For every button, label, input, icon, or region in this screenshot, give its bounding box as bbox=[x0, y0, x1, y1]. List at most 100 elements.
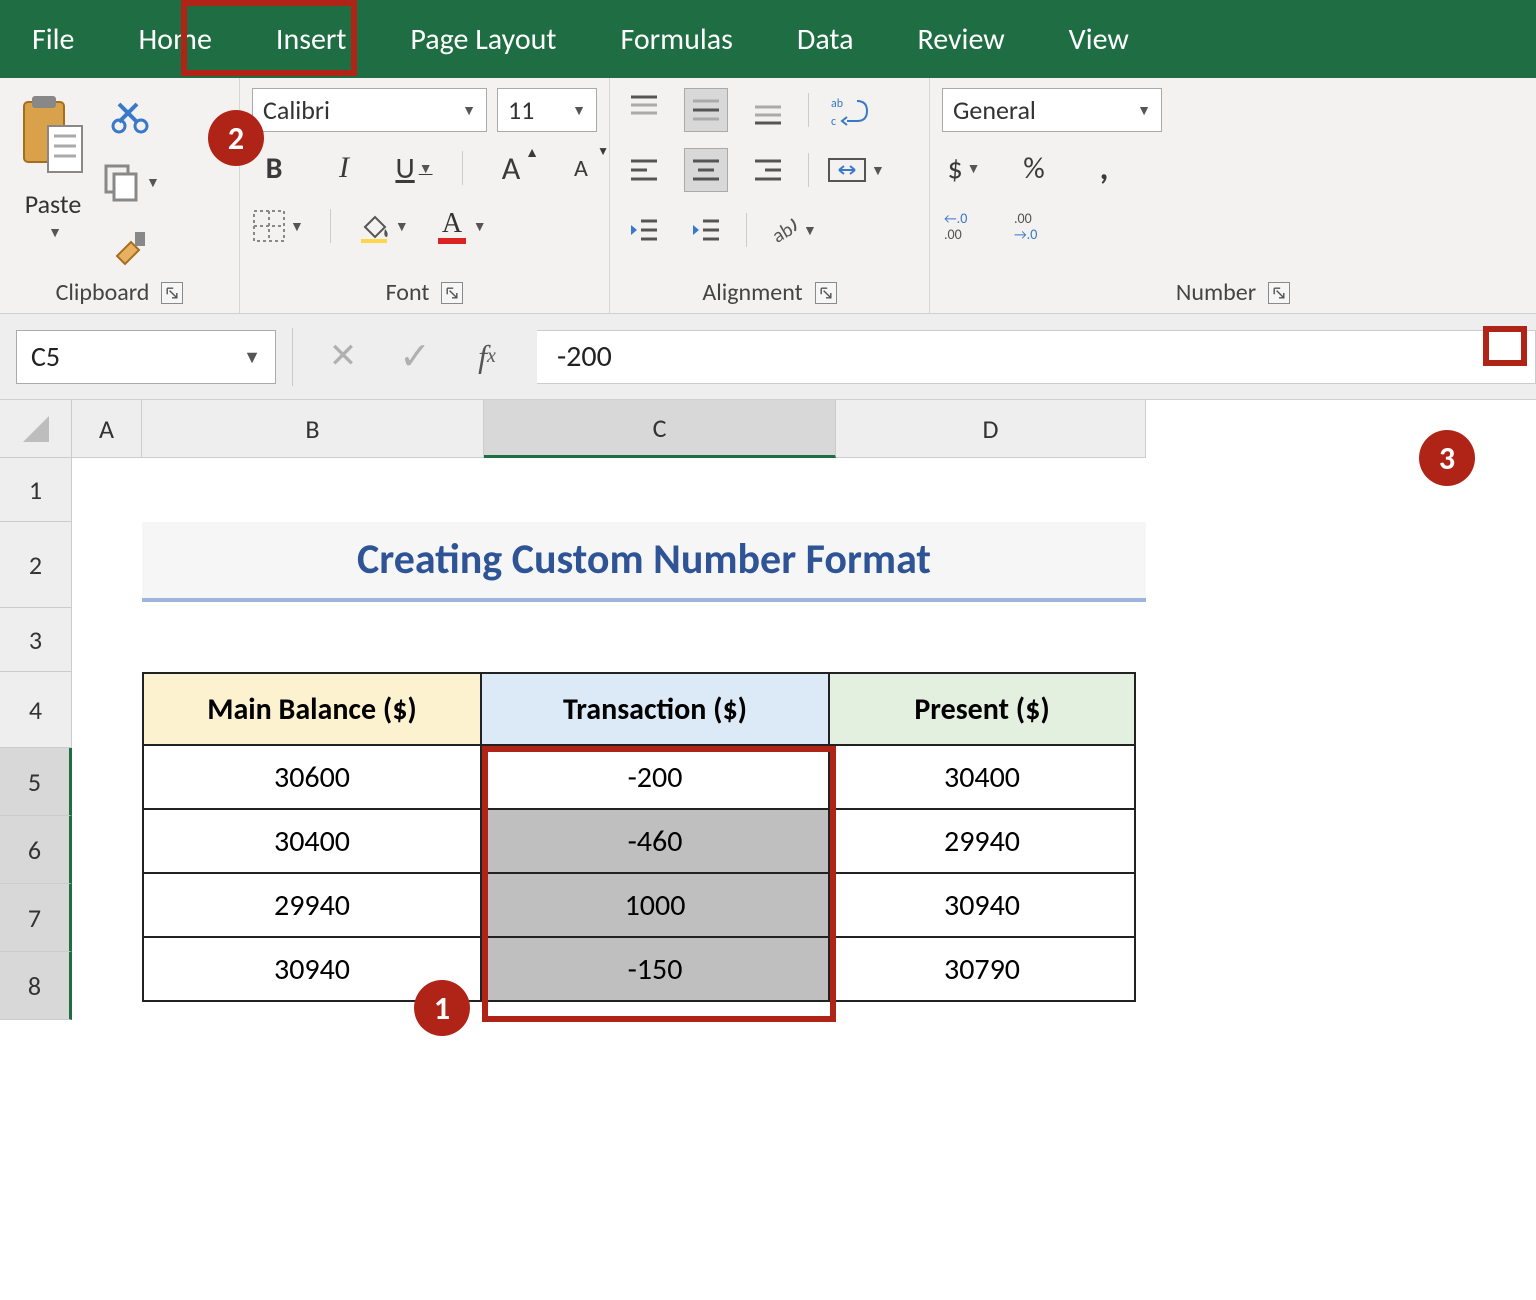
shrink-font-button[interactable]: A▼ bbox=[559, 146, 603, 190]
accounting-format-button[interactable]: $▼ bbox=[942, 146, 986, 190]
grow-font-label: A bbox=[502, 149, 521, 188]
group-label-number: Number bbox=[1176, 278, 1256, 307]
svg-text:→.0: →.0 bbox=[1014, 226, 1037, 243]
align-center-icon bbox=[689, 153, 723, 187]
select-all-corner[interactable] bbox=[0, 400, 72, 458]
decrease-decimal-button[interactable]: .00→.0 bbox=[1012, 204, 1056, 248]
tab-insert[interactable]: Insert bbox=[244, 0, 379, 78]
orientation-button[interactable]: ab▼ bbox=[765, 208, 817, 252]
row-header-3[interactable]: 3 bbox=[0, 608, 72, 672]
paste-button[interactable]: Paste ▼ bbox=[12, 88, 94, 245]
font-name-combo[interactable]: Calibri ▼ bbox=[252, 88, 487, 132]
increase-indent-button[interactable] bbox=[684, 208, 728, 252]
font-color-button[interactable]: A ▼ bbox=[435, 204, 487, 248]
svg-text:ab: ab bbox=[831, 97, 843, 111]
percent-format-button[interactable]: % bbox=[1012, 146, 1056, 190]
format-painter-button[interactable] bbox=[109, 226, 153, 270]
align-top-button[interactable] bbox=[622, 88, 666, 132]
tab-review[interactable]: Review bbox=[885, 0, 1036, 78]
font-size-combo[interactable]: 11 ▼ bbox=[497, 88, 597, 132]
align-middle-button[interactable] bbox=[684, 88, 728, 132]
row-header-6[interactable]: 6 bbox=[0, 816, 72, 884]
align-top-icon bbox=[627, 93, 661, 127]
borders-icon bbox=[252, 209, 286, 243]
cell-d5[interactable]: 30400 bbox=[829, 745, 1135, 809]
name-box-value: C5 bbox=[31, 339, 60, 374]
header-b[interactable]: Main Balance ($) bbox=[143, 673, 481, 745]
cell-b7[interactable]: 29940 bbox=[143, 873, 481, 937]
tab-page-layout[interactable]: Page Layout bbox=[378, 0, 588, 78]
number-dialog-launcher[interactable] bbox=[1268, 282, 1290, 304]
merge-center-button[interactable]: ▼ bbox=[827, 148, 885, 192]
underline-button[interactable]: U▼ bbox=[392, 146, 436, 190]
column-header-B[interactable]: B bbox=[142, 400, 484, 458]
row-header-7[interactable]: 7 bbox=[0, 884, 72, 952]
increase-decimal-button[interactable]: ←.0.00 bbox=[942, 204, 986, 248]
svg-text:c: c bbox=[831, 115, 836, 127]
enter-formula-button[interactable]: ✓ bbox=[393, 334, 437, 380]
worksheet-area[interactable]: Creating Custom Number Format Main Balanc… bbox=[72, 458, 1536, 1020]
cell-d7[interactable]: 30940 bbox=[829, 873, 1135, 937]
cell-b5[interactable]: 30600 bbox=[143, 745, 481, 809]
align-center-button[interactable] bbox=[684, 148, 728, 192]
separator bbox=[462, 151, 463, 185]
align-left-button[interactable] bbox=[622, 148, 666, 192]
sheet-title: Creating Custom Number Format bbox=[142, 522, 1146, 602]
cell-d8[interactable]: 30790 bbox=[829, 937, 1135, 1001]
row-header-4[interactable]: 4 bbox=[0, 672, 72, 748]
tab-formulas[interactable]: Formulas bbox=[588, 0, 764, 78]
italic-button[interactable]: I bbox=[322, 146, 366, 190]
cell-b6[interactable]: 30400 bbox=[143, 809, 481, 873]
tab-home[interactable]: Home bbox=[106, 0, 243, 78]
increase-indent-icon bbox=[689, 213, 723, 247]
cell-c7[interactable]: 1000 bbox=[481, 873, 829, 937]
paste-label: Paste bbox=[25, 188, 82, 220]
chevron-down-icon: ▼ bbox=[462, 102, 476, 119]
header-d[interactable]: Present ($) bbox=[829, 673, 1135, 745]
bold-button[interactable]: B bbox=[252, 146, 296, 190]
cell-c8[interactable]: -150 bbox=[481, 937, 829, 1001]
align-right-button[interactable] bbox=[746, 148, 790, 192]
font-dialog-launcher[interactable] bbox=[441, 282, 463, 304]
column-header-A[interactable]: A bbox=[72, 400, 142, 458]
clipboard-icon bbox=[18, 92, 88, 180]
fill-color-button[interactable]: ▼ bbox=[357, 204, 409, 248]
number-format-combo[interactable]: General ▼ bbox=[942, 88, 1162, 132]
column-header-C[interactable]: C bbox=[484, 400, 836, 458]
row-header-5[interactable]: 5 bbox=[0, 748, 72, 816]
name-box[interactable]: C5 ▼ bbox=[16, 330, 276, 384]
chevron-down-icon: ▼ bbox=[967, 160, 981, 177]
clipboard-dialog-launcher[interactable] bbox=[161, 282, 183, 304]
chevron-down-icon: ▼ bbox=[290, 218, 304, 235]
row-header-8[interactable]: 8 bbox=[0, 952, 72, 1020]
copy-button[interactable]: ▼ bbox=[102, 160, 160, 204]
cell-c6[interactable]: -460 bbox=[481, 809, 829, 873]
column-header-D[interactable]: D bbox=[836, 400, 1146, 458]
formula-input[interactable]: -200 bbox=[537, 330, 1536, 384]
cell-b8[interactable]: 30940 bbox=[143, 937, 481, 1001]
borders-button[interactable]: ▼ bbox=[252, 204, 304, 248]
decrease-indent-button[interactable] bbox=[622, 208, 666, 252]
row-header-2[interactable]: 2 bbox=[0, 522, 72, 608]
chevron-down-icon: ▼ bbox=[1137, 102, 1151, 119]
currency-label: $ bbox=[947, 150, 962, 187]
cell-c5[interactable]: -200 bbox=[481, 745, 829, 809]
row-header-1[interactable]: 1 bbox=[0, 458, 72, 522]
cell-d6[interactable]: 29940 bbox=[829, 809, 1135, 873]
cancel-formula-button[interactable]: ✕ bbox=[321, 335, 365, 379]
align-bottom-button[interactable] bbox=[746, 88, 790, 132]
scissors-icon bbox=[111, 96, 151, 136]
chevron-down-icon: ▼ bbox=[419, 160, 433, 177]
alignment-dialog-launcher[interactable] bbox=[815, 282, 837, 304]
data-table: Main Balance ($)Transaction ($)Present (… bbox=[142, 672, 1136, 1002]
grow-font-button[interactable]: A▲ bbox=[489, 146, 533, 190]
header-c[interactable]: Transaction ($) bbox=[481, 673, 829, 745]
insert-function-button[interactable]: fx bbox=[465, 335, 509, 379]
formula-value: -200 bbox=[557, 338, 612, 375]
tab-file[interactable]: File bbox=[0, 0, 106, 78]
wrap-text-button[interactable]: ab c bbox=[827, 88, 871, 132]
tab-data[interactable]: Data bbox=[765, 0, 886, 78]
cut-button[interactable] bbox=[109, 94, 153, 138]
tab-view[interactable]: View bbox=[1037, 0, 1161, 78]
comma-format-button[interactable]: , bbox=[1082, 146, 1126, 190]
